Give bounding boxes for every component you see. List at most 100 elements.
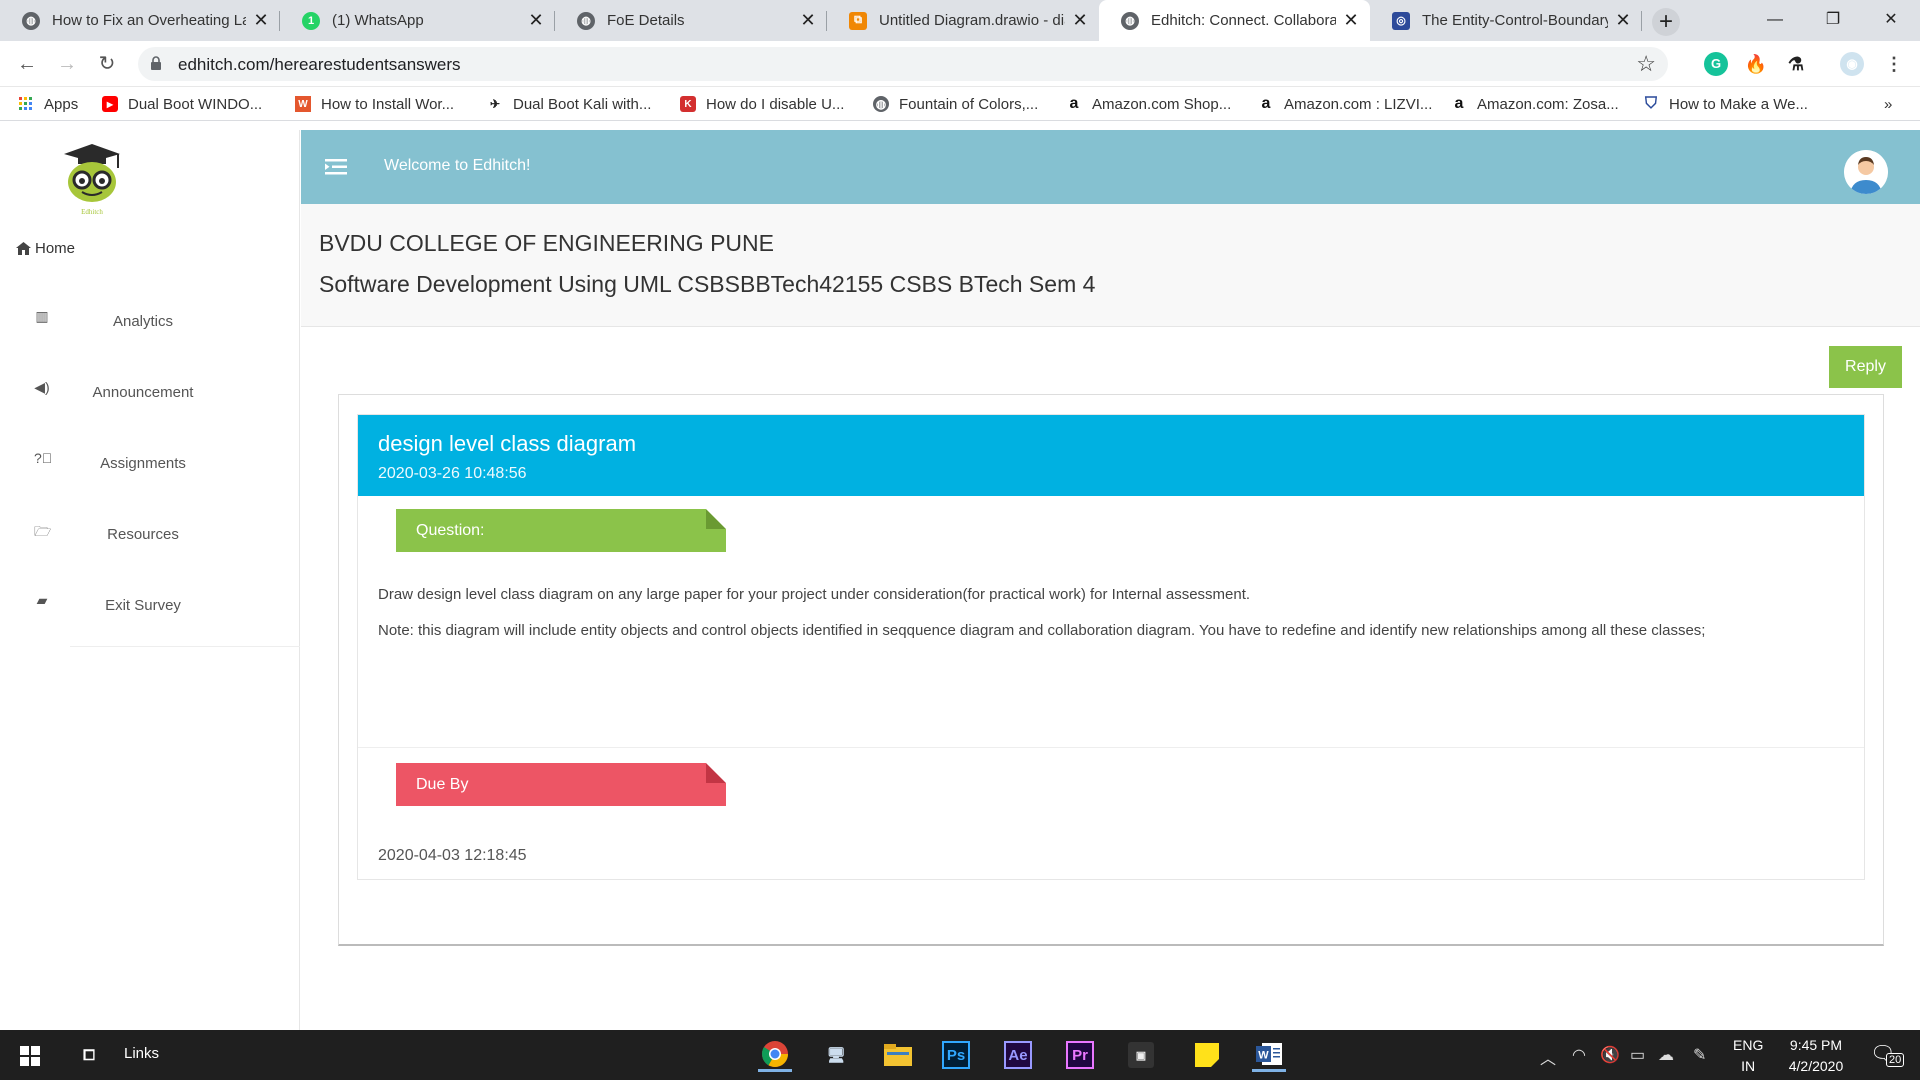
site-icon: ◎ — [1392, 11, 1410, 30]
sidebar-item-resources[interactable]: 🗁 Resources — [0, 509, 300, 569]
tab-drawio[interactable]: ⧉ Untitled Diagram.drawio - diagrams.net… — [827, 0, 1099, 41]
tab-foe-details[interactable]: ◍ FoE Details ✕ — [555, 0, 827, 41]
bookmark-label: Dual Boot Kali with... — [513, 95, 652, 113]
onedrive-icon[interactable]: ☁ — [1658, 1045, 1674, 1065]
volume-muted-icon[interactable]: 🔇 — [1600, 1045, 1620, 1065]
question-note: Note: this diagram will include entity o… — [378, 622, 1706, 639]
sidebar-item-label: Exit Survey — [105, 597, 181, 614]
windows-taskbar: ⧠ Links 🖥 Ps Ae Pr ▣ W ︿ ◠ 🔇 ▭ ☁ ✎ ENG I… — [0, 1030, 1920, 1080]
bookmark-amazon-shop[interactable]: a Amazon.com Shop... — [1066, 93, 1232, 115]
close-icon[interactable]: ✕ — [799, 10, 817, 31]
computer-icon[interactable]: 🖥 — [819, 1038, 853, 1072]
links-toolbar[interactable]: Links — [124, 1045, 159, 1062]
after-effects-icon[interactable]: Ae — [1004, 1041, 1032, 1069]
globe-icon: ◍ — [22, 11, 40, 30]
bookmark-amazon-zosa[interactable]: a Amazon.com: Zosa... — [1451, 93, 1619, 115]
apps-grid-icon — [18, 96, 34, 112]
forward-button[interactable]: → — [52, 50, 82, 78]
bookmark-make-website[interactable]: ⛉ How to Make a We... — [1643, 93, 1808, 115]
close-icon[interactable]: ✕ — [252, 10, 270, 31]
tab-title: How to Fix an Overheating Laptop — [52, 12, 246, 29]
amazon-icon: a — [1069, 95, 1079, 112]
new-tab-button[interactable]: + — [1652, 8, 1680, 36]
file-explorer-icon[interactable] — [881, 1038, 915, 1072]
bookmark-dual-boot-windows[interactable]: ▶ Dual Boot WINDO... — [102, 93, 262, 115]
bookmark-label: Amazon.com : LIZVI... — [1284, 95, 1433, 113]
user-avatar[interactable] — [1844, 150, 1888, 194]
tray-chevron-up-icon[interactable]: ︿ — [1540, 1045, 1556, 1069]
whatsapp-icon: 1 — [302, 11, 320, 30]
tab-strip: ◍ How to Fix an Overheating Laptop ✕ 1 (… — [0, 0, 1920, 41]
bookmark-install-wordpress[interactable]: W How to Install Wor... — [295, 93, 454, 115]
close-icon[interactable]: ✕ — [1071, 10, 1089, 31]
tab-whatsapp[interactable]: 1 (1) WhatsApp ✕ — [280, 0, 555, 41]
close-icon[interactable]: ✕ — [1342, 10, 1360, 31]
sidebar-divider — [70, 646, 300, 647]
clock-date: 4/2/2020 — [1788, 1058, 1844, 1074]
college-name: BVDU COLLEGE OF ENGINEERING PUNE — [319, 230, 774, 256]
back-button[interactable]: ← — [12, 50, 42, 78]
bookmark-amazon-lizvi[interactable]: a Amazon.com : LIZVI... — [1258, 93, 1433, 115]
sidebar-item-exit-survey[interactable]: ▰ Exit Survey — [0, 580, 300, 640]
language-indicator[interactable]: ENG IN — [1733, 1035, 1763, 1077]
bookmark-apps[interactable]: Apps — [18, 93, 78, 115]
due-by-label: Due By — [416, 776, 469, 793]
globe-icon: ◍ — [577, 11, 595, 30]
bookmarks-overflow-button[interactable]: » — [1884, 93, 1892, 115]
grammarly-icon[interactable]: G — [1704, 52, 1728, 76]
bookmark-star-icon[interactable]: ☆ — [1636, 51, 1656, 77]
premiere-icon[interactable]: Pr — [1066, 1041, 1094, 1069]
reply-button[interactable]: Reply — [1829, 346, 1902, 388]
shield-icon: ⛉ — [1644, 95, 1657, 112]
sidebar-item-analytics[interactable]: ▥ Analytics — [0, 296, 300, 356]
close-window-button[interactable]: ✕ — [1868, 2, 1914, 38]
close-icon[interactable]: ✕ — [527, 10, 545, 31]
windows-start-icon[interactable] — [20, 1046, 40, 1066]
restore-button[interactable]: ❐ — [1810, 2, 1856, 38]
sidebar-item-assignments[interactable]: ?⃝ Assignments — [0, 438, 300, 498]
tab-edhitch[interactable]: ◍ Edhitch: Connect. Collaborate ✕ — [1099, 0, 1370, 41]
sidebar-item-home[interactable]: Home — [16, 240, 75, 257]
clock-time: 9:45 PM — [1789, 1037, 1843, 1053]
bookmark-fountain-colors[interactable]: ◍ Fountain of Colors,... — [873, 93, 1038, 115]
fire-extension-icon[interactable]: 🔥 — [1744, 52, 1768, 76]
reload-button[interactable]: ↻ — [92, 50, 122, 78]
due-date: 2020-04-03 12:18:45 — [378, 847, 527, 864]
question-label-ribbon: Question: — [396, 509, 726, 552]
url-text: edhitch.com/herearestudentsanswers — [178, 55, 461, 74]
minimize-button[interactable]: — — [1752, 2, 1798, 38]
flask-icon[interactable]: ⚗ — [1784, 52, 1808, 76]
bookmark-label: How to Install Wor... — [321, 95, 455, 113]
bookmark-label: How to Make a We... — [1669, 95, 1808, 113]
system-clock[interactable]: 9:45 PM 4/2/2020 — [1778, 1035, 1854, 1077]
question-card: design level class diagram 2020-03-26 10… — [357, 414, 1865, 880]
tab-title: Edhitch: Connect. Collaborate — [1151, 12, 1336, 29]
battery-icon[interactable]: ▭ — [1630, 1045, 1645, 1065]
bookmark-label: Dual Boot WINDO... — [128, 95, 263, 113]
bookmark-dual-boot-kali[interactable]: ✈ Dual Boot Kali with... — [487, 93, 651, 115]
sidebar-item-announcement[interactable]: ◀) Announcement — [0, 367, 300, 427]
close-icon[interactable]: ✕ — [1614, 10, 1632, 31]
word-icon[interactable]: W — [1252, 1038, 1286, 1072]
menu-toggle-icon[interactable] — [325, 158, 347, 176]
wifi-icon[interactable]: ◠ — [1572, 1045, 1586, 1065]
sticky-notes-icon[interactable] — [1190, 1038, 1224, 1072]
menu-dots-icon[interactable]: ⋮ — [1882, 52, 1906, 76]
red-site-icon: K — [680, 96, 696, 112]
profile-avatar[interactable]: ◉ — [1840, 52, 1864, 76]
svg-text:W: W — [1258, 1049, 1269, 1061]
address-bar[interactable]: edhitch.com/herearestudentsanswers ☆ — [138, 47, 1668, 81]
photoshop-icon[interactable]: Ps — [942, 1041, 970, 1069]
notification-center-button[interactable]: 🗨 20 — [1870, 1041, 1905, 1069]
app-icon[interactable]: ▣ — [1128, 1042, 1154, 1068]
chrome-icon[interactable] — [758, 1038, 792, 1072]
task-view-icon[interactable]: ⧠ — [72, 1038, 106, 1072]
tab-ecb[interactable]: ◎ The Entity-Control-Boundary ✕ — [1370, 0, 1642, 41]
sidebar-item-label: Assignments — [100, 455, 186, 472]
welcome-text: Welcome to Edhitch! — [384, 157, 531, 174]
bookmark-disable-u[interactable]: K How do I disable U... — [680, 93, 844, 115]
tab-overheating[interactable]: ◍ How to Fix an Overheating Laptop ✕ — [0, 0, 280, 41]
pen-icon[interactable]: ✎ — [1693, 1045, 1706, 1065]
globe-icon: ◍ — [1121, 11, 1139, 30]
browser-toolbar: ← → ↻ edhitch.com/herearestudentsanswers… — [0, 41, 1920, 87]
